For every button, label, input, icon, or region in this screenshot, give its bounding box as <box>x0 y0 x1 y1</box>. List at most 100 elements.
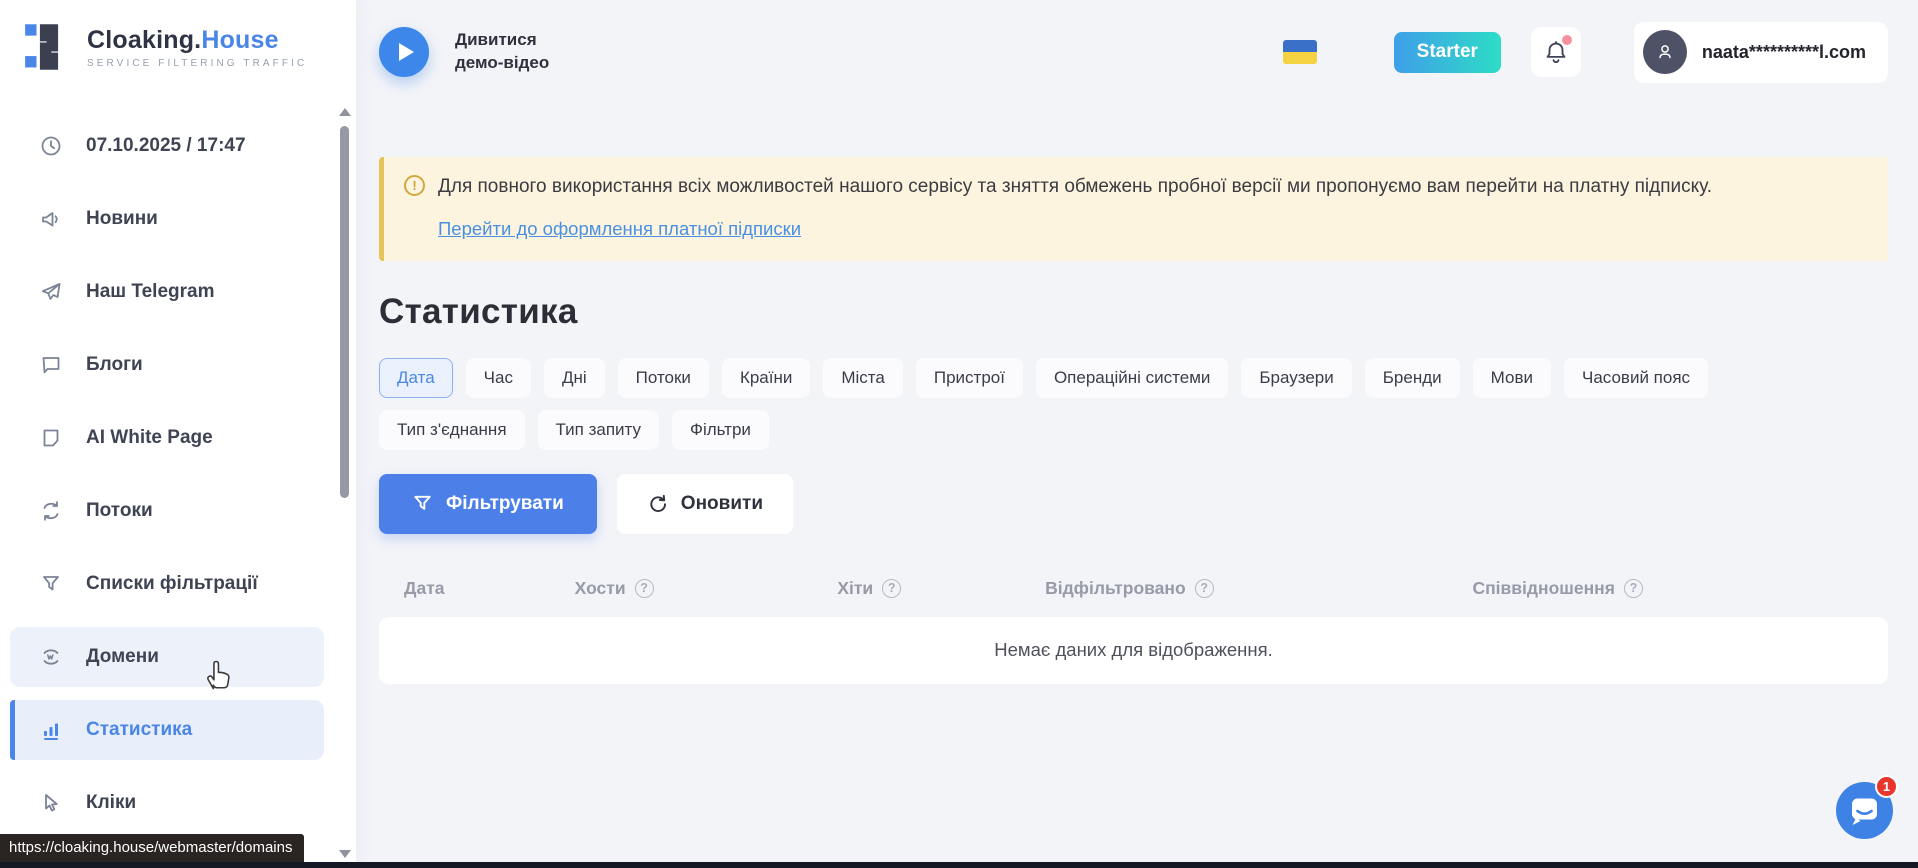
sidebar-item-label: Кліки <box>86 792 136 814</box>
sidebar-item-domains[interactable]: Домени <box>10 627 324 687</box>
funnel-icon <box>40 573 62 595</box>
topbar-right: Starter naata <box>1283 22 1888 83</box>
column-header-filtered: Відфільтровано ? <box>1045 578 1472 599</box>
tab-languages[interactable]: Мови <box>1473 358 1551 398</box>
tab-timezone[interactable]: Часовий пояс <box>1564 358 1708 398</box>
chat-unread-badge: 1 <box>1875 775 1898 798</box>
notifications-button[interactable] <box>1531 27 1581 77</box>
tab-flows[interactable]: Потоки <box>618 358 709 398</box>
sidebar-item-label: Домени <box>86 646 159 668</box>
status-bar-url: https://cloaking.house/webmaster/domains <box>0 834 304 862</box>
refresh-icon <box>647 493 668 514</box>
logo-icon <box>24 22 74 72</box>
logo[interactable]: Cloaking.House SERVICE FILTERING TRAFFIC <box>0 0 356 80</box>
sidebar-item-datetime[interactable]: 07.10.2025 / 17:47 <box>10 116 324 176</box>
bar-chart-icon <box>40 719 62 741</box>
sidebar-item-clicks[interactable]: Кліки <box>10 773 324 833</box>
topbar: Дивитися демо-відео Starter <box>379 0 1888 104</box>
sidebar-nav: 07.10.2025 / 17:47 Новини Наш Telegram Б… <box>0 80 356 833</box>
sidebar-item-blogs[interactable]: Блоги <box>10 335 324 395</box>
sidebar-item-flows[interactable]: Потоки <box>10 481 324 541</box>
stats-tabs-row-1: Дата Час Дні Потоки Країни Міста Пристро… <box>379 358 1888 398</box>
sidebar-item-filter-lists[interactable]: Списки фільтрації <box>10 554 324 614</box>
sidebar-item-statistics[interactable]: Статистика <box>10 700 324 760</box>
logo-text: Cloaking.House SERVICE FILTERING TRAFFIC <box>87 26 307 69</box>
sidebar-item-label: Новини <box>86 208 158 230</box>
stats-table-header: Дата Хости ? Хіти ? Відфільтровано ? Спі… <box>379 578 1888 617</box>
column-header-ratio: Співвідношення ? <box>1472 578 1888 599</box>
column-header-hosts: Хости ? <box>575 578 838 599</box>
play-demo-button[interactable] <box>379 27 429 77</box>
language-flag-ukraine[interactable] <box>1283 40 1317 64</box>
help-icon[interactable]: ? <box>1195 579 1214 598</box>
warning-icon: ! <box>404 175 425 196</box>
window-bottom-edge <box>0 862 1918 868</box>
user-account-button[interactable]: naata**********l.com <box>1634 22 1888 83</box>
sidebar-item-news[interactable]: Новини <box>10 189 324 249</box>
sidebar-item-ai-white-page[interactable]: AI White Page <box>10 408 324 468</box>
notification-dot <box>1562 35 1572 45</box>
column-label: Співвідношення <box>1472 578 1615 599</box>
play-icon <box>399 43 414 61</box>
brand-dark: Cloaking. <box>87 26 201 54</box>
refresh-button-label: Оновити <box>681 493 763 515</box>
refresh-button[interactable]: Оновити <box>617 474 793 534</box>
cursor-icon <box>40 792 62 814</box>
scrollbar-down-arrow[interactable] <box>339 850 351 858</box>
sidebar-item-label: 07.10.2025 / 17:47 <box>86 135 246 157</box>
sidebar-item-label: Потоки <box>86 500 153 522</box>
megaphone-icon <box>40 208 62 230</box>
demo-video-line2: демо-відео <box>455 52 549 75</box>
tab-operating-systems[interactable]: Операційні системи <box>1036 358 1228 398</box>
brand-blue: House <box>201 26 278 54</box>
help-icon[interactable]: ? <box>635 579 654 598</box>
sidebar-item-label: Наш Telegram <box>86 281 214 303</box>
upgrade-subscription-link[interactable]: Перейти до оформлення платної підписки <box>438 218 801 240</box>
page-icon <box>40 427 62 449</box>
plan-badge-button[interactable]: Starter <box>1394 32 1501 73</box>
sidebar-scrollbar <box>338 108 352 858</box>
trial-warning-banner: ! Для повного використання всіх можливос… <box>379 157 1888 261</box>
filter-button-label: Фільтрувати <box>446 493 564 515</box>
column-label: Дата <box>404 578 445 599</box>
tab-brands[interactable]: Бренди <box>1365 358 1460 398</box>
main-area: Дивитися демо-відео Starter <box>356 0 1918 868</box>
tab-countries[interactable]: Країни <box>722 358 810 398</box>
sidebar-item-telegram[interactable]: Наш Telegram <box>10 262 324 322</box>
brand-title: Cloaking.House <box>87 26 307 55</box>
banner-message: Для повного використання всіх можливосте… <box>438 174 1712 201</box>
sidebar-item-label: Статистика <box>86 719 192 741</box>
empty-state-card: Немає даних для відображення. <box>379 617 1888 684</box>
tab-filters[interactable]: Фільтри <box>672 410 769 450</box>
demo-video-label[interactable]: Дивитися демо-відео <box>455 29 549 75</box>
action-buttons: Фільтрувати Оновити <box>379 474 1888 534</box>
scrollbar-thumb[interactable] <box>340 126 349 498</box>
tab-date[interactable]: Дата <box>379 358 453 398</box>
tab-time[interactable]: Час <box>466 358 531 398</box>
column-label: Хости <box>575 578 626 599</box>
tab-days[interactable]: Дні <box>544 358 605 398</box>
tab-connection-type[interactable]: Тип з'єднання <box>379 410 525 450</box>
paper-plane-icon <box>40 281 62 303</box>
globe-w-icon <box>40 646 62 668</box>
tab-browsers[interactable]: Браузери <box>1241 358 1351 398</box>
help-icon[interactable]: ? <box>1624 579 1643 598</box>
sidebar-item-label: AI White Page <box>86 427 213 449</box>
column-header-hits: Хіти ? <box>837 578 1045 599</box>
funnel-icon <box>412 493 433 514</box>
tab-devices[interactable]: Пристрої <box>916 358 1023 398</box>
chat-widget-button[interactable]: 1 <box>1836 782 1893 839</box>
column-label: Хіти <box>837 578 873 599</box>
help-icon[interactable]: ? <box>882 579 901 598</box>
sidebar-item-label: Блоги <box>86 354 143 376</box>
cycle-arrows-icon <box>40 500 62 522</box>
scrollbar-up-arrow[interactable] <box>339 108 351 116</box>
column-header-date: Дата <box>404 578 575 599</box>
flag-blue-stripe <box>1283 40 1317 52</box>
sidebar-item-label: Списки фільтрації <box>86 573 258 595</box>
tab-request-type[interactable]: Тип запиту <box>538 410 660 450</box>
empty-state-message: Немає даних для відображення. <box>994 639 1272 661</box>
filter-button[interactable]: Фільтрувати <box>379 474 597 534</box>
column-label: Відфільтровано <box>1045 578 1186 599</box>
tab-cities[interactable]: Міста <box>823 358 903 398</box>
